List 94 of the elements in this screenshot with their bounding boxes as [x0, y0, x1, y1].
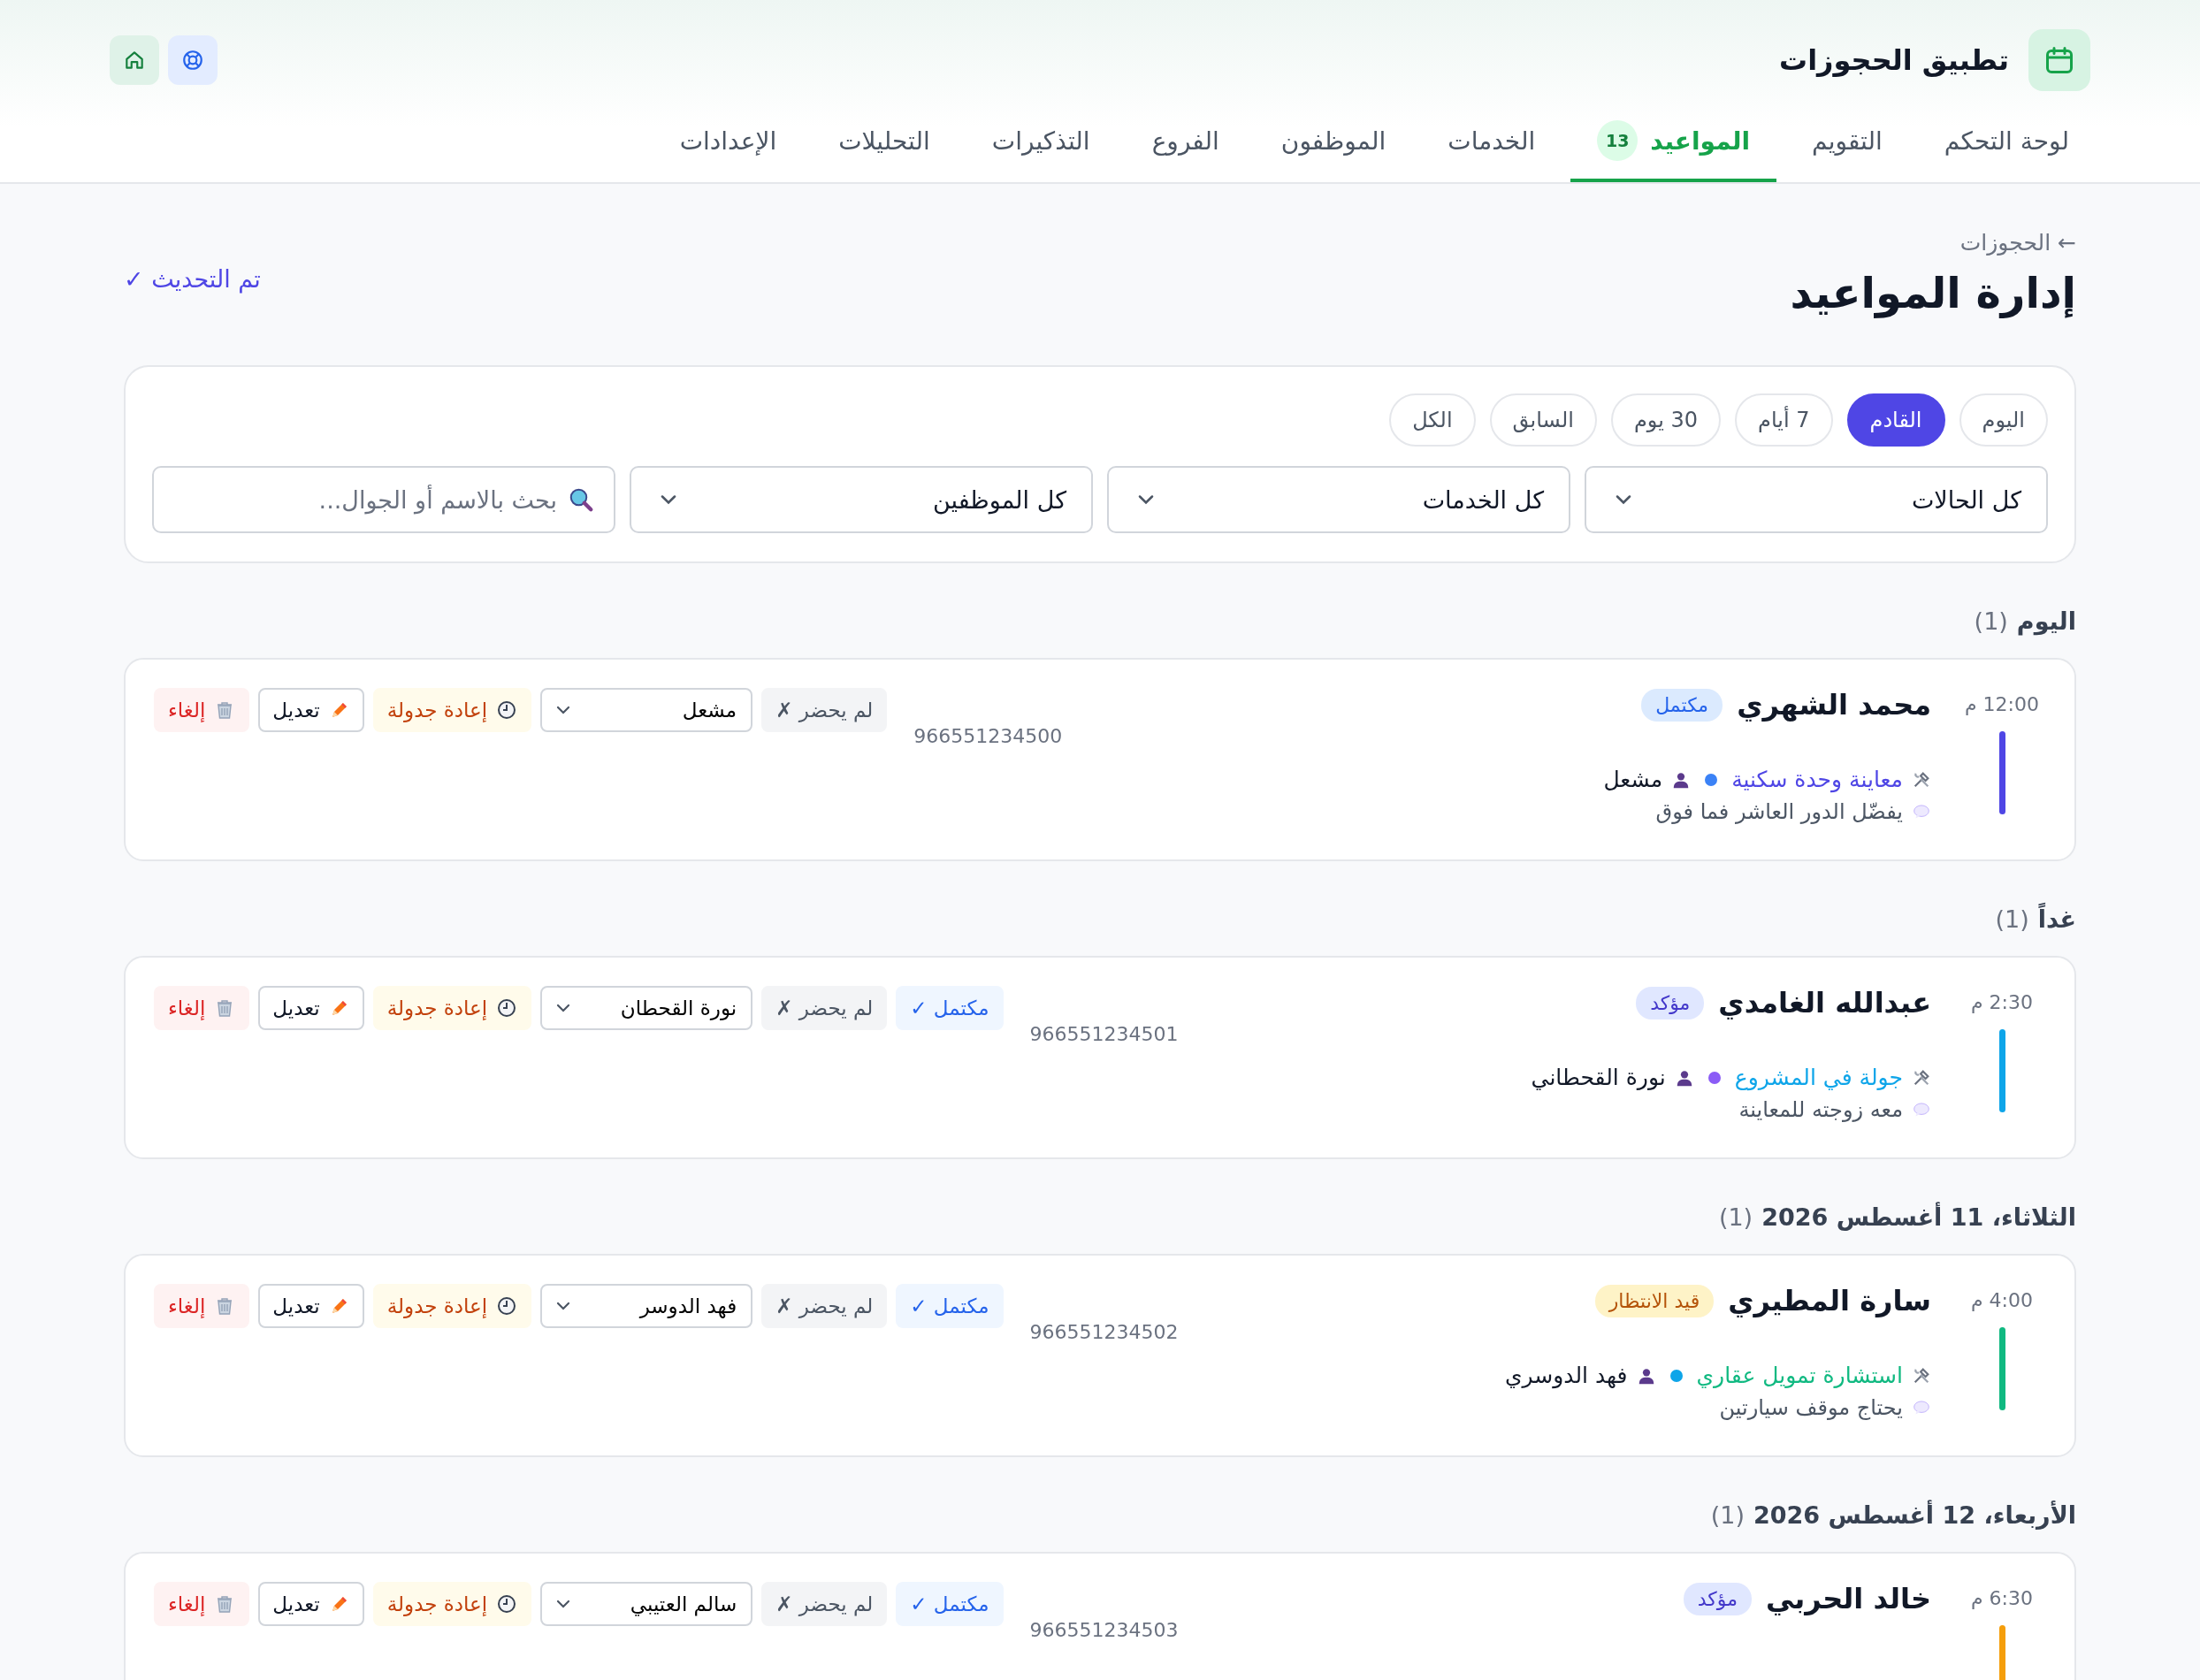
appointment-time: 6:30 م [1971, 1587, 2033, 1609]
app-title: تطبيق الحجوزات [1779, 43, 2009, 77]
nav-tab[interactable]: الفروع [1125, 106, 1246, 182]
clock-icon [496, 1295, 518, 1317]
range-chip[interactable]: القادم [1846, 393, 1945, 447]
cancel-button[interactable]: إلغاء [154, 688, 250, 732]
help-button[interactable] [168, 35, 218, 85]
nav-tab[interactable]: لوحة التحكم [1917, 106, 2096, 182]
complete-button[interactable]: مكتمل ✓ [896, 986, 1004, 1030]
nav-tab[interactable]: التذكيرات [965, 106, 1117, 182]
staff-name: نورة القحطاني [1531, 1065, 1666, 1090]
range-chip[interactable]: اليوم [1959, 393, 2048, 447]
nav-tab[interactable]: الإعدادات [653, 106, 804, 182]
note-text: معه زوجته للمعاينة [1738, 1097, 1903, 1122]
page-title: إدارة المواعيد [1790, 268, 2076, 317]
no-show-button[interactable]: لم يحضر ✗ [761, 986, 888, 1030]
speech-bubble-icon [1912, 1399, 1931, 1417]
group-title: اليوم [2016, 607, 2076, 635]
staff-dropdown[interactable]: فهد الدوسر [540, 1284, 753, 1328]
nav-tab[interactable]: الخدمات [1421, 106, 1562, 182]
home-button[interactable] [110, 35, 159, 85]
phone-number: 966551234502 [1029, 1321, 1179, 1343]
status-badge: قيد الانتظار [1594, 1284, 1715, 1317]
clock-icon [496, 1593, 518, 1615]
staff-dropdown[interactable]: مشعل [540, 688, 753, 732]
note-text: يفضّل الدور العاشر فما فوق [1655, 799, 1903, 824]
speech-bubble-icon [1912, 803, 1931, 821]
search-icon [568, 486, 594, 513]
nav-tab[interactable]: الموظفون [1254, 106, 1413, 182]
edit-button[interactable]: تعديل [258, 688, 364, 732]
clock-icon [496, 699, 518, 721]
count-badge: 13 [1597, 120, 1639, 161]
reschedule-button[interactable]: إعادة جدولة [372, 688, 532, 732]
calendar-icon [2043, 44, 2075, 76]
search-field[interactable]: بحث بالاسم أو الجوال... [152, 466, 615, 533]
range-chip[interactable]: الكل [1389, 393, 1476, 447]
no-show-button[interactable]: لم يحضر ✗ [761, 688, 888, 732]
cancel-button[interactable]: إلغاء [154, 1284, 250, 1328]
staff-dropdown[interactable]: نورة القحطان [540, 986, 753, 1030]
edit-button[interactable]: تعديل [258, 986, 364, 1030]
cancel-button[interactable]: إلغاء [154, 1582, 250, 1626]
group-count: (1) [1974, 607, 2008, 635]
phone-number: 966551234500 [913, 725, 1063, 747]
reschedule-button[interactable]: إعادة جدولة [372, 986, 532, 1030]
breadcrumb-link[interactable]: ← الحجوزات [1959, 230, 2076, 256]
tools-icon [1912, 1067, 1931, 1088]
staff-name: فهد الدوسري [1504, 1363, 1628, 1388]
customer-name: خالد الحربي [1765, 1582, 1931, 1615]
reschedule-button[interactable]: إعادة جدولة [372, 1284, 532, 1328]
nav-tab[interactable]: التقويم [1785, 106, 1909, 182]
staff-name: مشعل [1603, 767, 1663, 792]
filter-dropdown[interactable]: كل الموظفين [630, 466, 1093, 533]
reschedule-button[interactable]: إعادة جدولة [372, 1582, 532, 1626]
tools-icon [1912, 769, 1931, 790]
group-count: (1) [1995, 905, 2029, 933]
appointment-time: 12:00 م [1965, 693, 2039, 715]
edit-button[interactable]: تعديل [258, 1582, 364, 1626]
range-chip[interactable]: 7 أيام [1735, 393, 1833, 447]
phone-number: 966551234501 [1029, 1023, 1179, 1045]
group-title: الثلاثاء، 11 أغسطس 2026 [1761, 1203, 2076, 1231]
group-title: الأربعاء، 12 أغسطس 2026 [1753, 1501, 2076, 1529]
note-text: يحتاج موقف سيارتين [1719, 1395, 1903, 1420]
appointment-time: 2:30 م [1971, 991, 2033, 1013]
cancel-button[interactable]: إلغاء [154, 986, 250, 1030]
speech-bubble-icon [1912, 1101, 1931, 1119]
filter-dropdown[interactable]: كل الحالات [1585, 466, 2048, 533]
service-name: جولة في المشروع [1734, 1065, 1903, 1090]
group-count: (1) [1718, 1203, 1753, 1231]
tools-icon [1912, 1365, 1931, 1386]
range-chip[interactable]: السابق [1489, 393, 1597, 447]
nav-tab[interactable]: التحليلات [812, 106, 957, 182]
range-chip[interactable]: 30 يوم [1610, 393, 1722, 447]
phone-number: 966551234503 [1029, 1619, 1179, 1641]
group-count: (1) [1710, 1501, 1745, 1529]
service-name: استشارة تمويل عقاري [1696, 1363, 1903, 1388]
customer-name: عبدالله الغامدي [1718, 986, 1931, 1019]
staff-dropdown[interactable]: سالم العتيبي [540, 1582, 753, 1626]
complete-button[interactable]: مكتمل ✓ [896, 1284, 1004, 1328]
filter-dropdown[interactable]: كل الخدمات [1107, 466, 1570, 533]
home-icon [123, 49, 146, 72]
complete-button[interactable]: مكتمل ✓ [896, 1582, 1004, 1626]
service-name: معاينة وحدة سكنية [1731, 767, 1903, 792]
no-show-button[interactable]: لم يحضر ✗ [761, 1582, 888, 1626]
customer-name: محمد الشهري [1737, 688, 1931, 722]
edit-button[interactable]: تعديل [258, 1284, 364, 1328]
appointment-time: 4:00 م [1971, 1289, 2033, 1311]
status-badge: مكتمل [1641, 688, 1723, 722]
refresh-status: تم التحديث ✓ [124, 265, 261, 293]
status-badge: مؤكد [1683, 1582, 1752, 1615]
status-badge: مؤكد [1636, 986, 1705, 1019]
clock-icon [496, 997, 518, 1019]
life-ring-icon [181, 49, 204, 72]
customer-name: سارة المطيري [1728, 1284, 1931, 1317]
no-show-button[interactable]: لم يحضر ✗ [761, 1284, 888, 1328]
